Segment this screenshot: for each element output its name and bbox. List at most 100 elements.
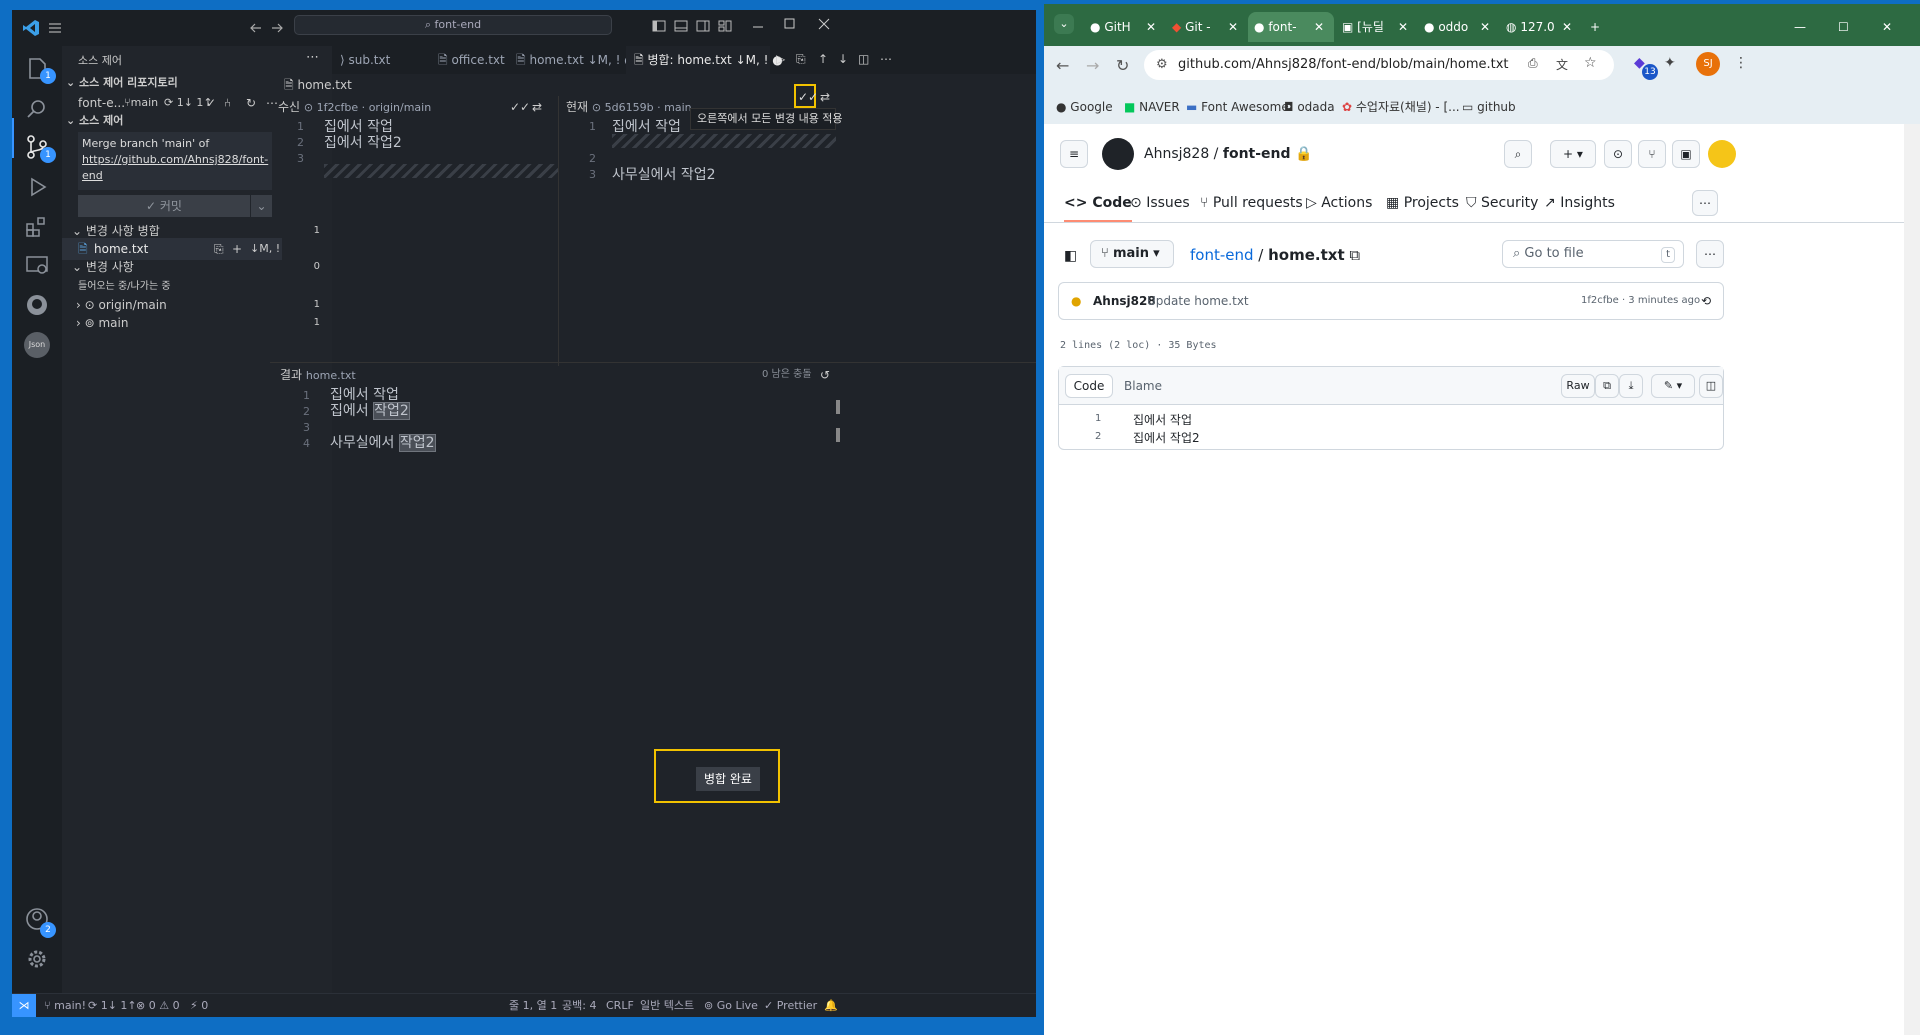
scrollbar-marker[interactable] [836,400,840,414]
status-eol[interactable]: CRLF [606,994,634,1017]
page-scrollbar[interactable] [1904,124,1920,1035]
issues-icon[interactable]: ⊙ [1604,140,1632,168]
status-ports[interactable]: ⚡ 0 [190,994,208,1017]
close-icon[interactable] [818,18,830,30]
browser-tab[interactable]: ● GitH ✕ [1084,12,1164,42]
nav-projects[interactable]: ▦ Projects [1386,184,1459,222]
tab-home[interactable]: 🗎 home.txt ↓M, ! ● [508,46,635,74]
forward-icon[interactable]: → [1086,56,1099,75]
reload-icon[interactable]: ↻ [1116,56,1129,75]
maximize-icon[interactable]: ☐ [1838,12,1849,42]
create-new-button[interactable]: + ▾ [1550,140,1596,168]
current-compare-icon[interactable]: ⇄ [820,90,830,104]
menu-icon[interactable] [48,21,62,35]
translate-icon[interactable]: 文 [1556,56,1568,73]
nav-insights[interactable]: ↗ Insights [1544,184,1615,222]
file-more-icon[interactable]: ⋯ [1696,240,1724,268]
user-avatar[interactable] [1708,140,1736,168]
notifications-icon[interactable]: 🔔 [824,994,838,1017]
tab-search-icon[interactable]: ⌄ [1054,14,1074,34]
tab-close-icon[interactable]: ✕ [1146,12,1156,42]
nav-issues[interactable]: ⊙ Issues [1130,184,1190,222]
accept-current-icon[interactable]: ✓✓ [798,90,818,104]
gear-icon[interactable] [24,946,50,972]
search-icon[interactable]: ⌕ [1504,140,1532,168]
address-bar[interactable]: ⚙ github.com/Ahnsj828/font-end/blob/main… [1144,50,1614,80]
tab-close-icon[interactable]: ✕ [1480,12,1490,42]
minimize-icon[interactable] [752,21,764,33]
bookmark-odada[interactable]: ◘ odada [1284,90,1335,124]
complete-merge-button[interactable]: 병합 완료 [696,767,760,791]
bookmark-github-folder[interactable]: ▭ github [1462,90,1516,124]
github-logo-icon[interactable] [1102,138,1134,170]
status-position[interactable]: 줄 1, 열 1 [509,994,557,1017]
browser-tab[interactable]: ◆ Git - ✕ [1166,12,1246,42]
branch-action-icon[interactable]: ⑃ [224,92,231,114]
browser-tab[interactable]: ● oddo ✕ [1418,12,1498,42]
chrome-menu-icon[interactable]: ⋮ [1734,55,1748,71]
maximize-icon[interactable] [784,18,796,30]
minimize-icon[interactable]: — [1794,12,1806,42]
scrollbar-marker[interactable] [836,428,840,442]
go-to-file-input[interactable]: ⌕ Go to file t [1502,240,1684,268]
sc-section-header[interactable]: ⌄ 소스 제어 [66,110,123,132]
repo-more-icon[interactable]: ⋯ [266,92,278,114]
forward-arrow-icon[interactable] [270,21,284,35]
command-center-search[interactable]: ⌕ font-end [294,15,612,35]
result-line-2[interactable]: 집에서 작업2 [330,400,410,420]
profile-avatar[interactable]: SJ [1696,52,1720,76]
toggle-file-tree-icon[interactable]: ◧ [1064,248,1077,264]
status-prettier[interactable]: ✓ Prettier [764,994,817,1017]
status-language[interactable]: 일반 텍스트 [640,994,694,1017]
extensions-puzzle-icon[interactable]: ✦ [1664,55,1676,71]
extensions-icon[interactable] [24,214,50,240]
nav-actions[interactable]: ▷ Actions [1306,184,1372,222]
refresh-icon[interactable]: ↻ [246,92,256,114]
branch-main[interactable]: › ⊚ main 1 [76,312,332,334]
tab-close-icon[interactable]: ✕ [1398,12,1408,42]
browser-tab[interactable]: ▣ [뉴딜 ✕ [1336,12,1416,42]
next-conflict-icon[interactable]: ↓ [838,52,848,66]
commit-button[interactable]: ✓ 커밋 [78,195,250,217]
bookmark-fontawesome[interactable]: ▬ Font Awesome [1186,90,1289,124]
current-line-3[interactable]: 사무실에서 작업2 [612,164,716,184]
code-view-tab[interactable]: Code [1065,374,1113,398]
symbols-icon[interactable]: ◫ [1699,374,1723,398]
author-avatar[interactable]: ● [1071,283,1081,319]
close-icon[interactable]: ✕ [1882,12,1892,42]
back-arrow-icon[interactable] [249,21,263,35]
nav-code[interactable]: <> Code [1064,184,1132,222]
branch-select[interactable]: ⑂ main ▾ [1090,240,1174,268]
pull-requests-icon[interactable]: ⑂ [1638,140,1666,168]
site-info-icon[interactable]: ⚙ [1156,50,1168,80]
copy-path-icon[interactable]: ⧉ [1349,246,1360,264]
blame-view-tab[interactable]: Blame [1121,374,1165,398]
browser-tab[interactable]: ◍ 127.0 ✕ [1500,12,1580,42]
tab-merge-home[interactable]: 🗎 병합: home.txt ↓M, ! ● [626,46,783,74]
history-icon[interactable]: ⟲ [1701,283,1711,319]
commit-message[interactable]: Update home.txt [1147,283,1249,319]
nav-more-icon[interactable]: ⋯ [1692,190,1718,216]
run-debug-icon[interactable] [24,174,50,200]
commit-message-input[interactable]: Merge branch 'main' of https://github.co… [78,132,272,190]
browser-tab-active[interactable]: ● font- ✕ [1248,12,1334,42]
bookmark-google[interactable]: ● Google [1056,90,1113,124]
install-icon[interactable]: ⎙ [1528,56,1538,71]
bookmark-naver[interactable]: ■ NAVER [1124,90,1180,124]
path-repo-link[interactable]: font-end [1190,246,1254,264]
raw-button[interactable]: Raw [1561,374,1595,398]
incoming-line-2[interactable]: 집에서 작업2 [324,132,402,152]
inbox-icon[interactable]: ▣ [1672,140,1700,168]
result-line-4[interactable]: 사무실에서 작업2 [330,432,436,452]
customize-layout-icon[interactable] [718,19,732,33]
json-icon[interactable]: Json [24,332,50,358]
nav-security[interactable]: ⛉ Security [1466,184,1538,222]
previous-conflict-icon[interactable]: ↑ [818,52,828,66]
current-line-1[interactable]: 집에서 작업 [612,116,681,136]
remote-indicator-icon[interactable]: ⋊ [12,994,36,1017]
tab-close-icon[interactable]: ✕ [1314,12,1324,42]
nav-pull-requests[interactable]: ⑂ Pull requests [1200,184,1303,222]
download-icon[interactable]: ⤓ [1619,374,1643,398]
repos-section-header[interactable]: ⌄ 소스 제어 리포지토리 [66,72,178,94]
hamburger-icon[interactable]: ≡ [1060,140,1088,168]
